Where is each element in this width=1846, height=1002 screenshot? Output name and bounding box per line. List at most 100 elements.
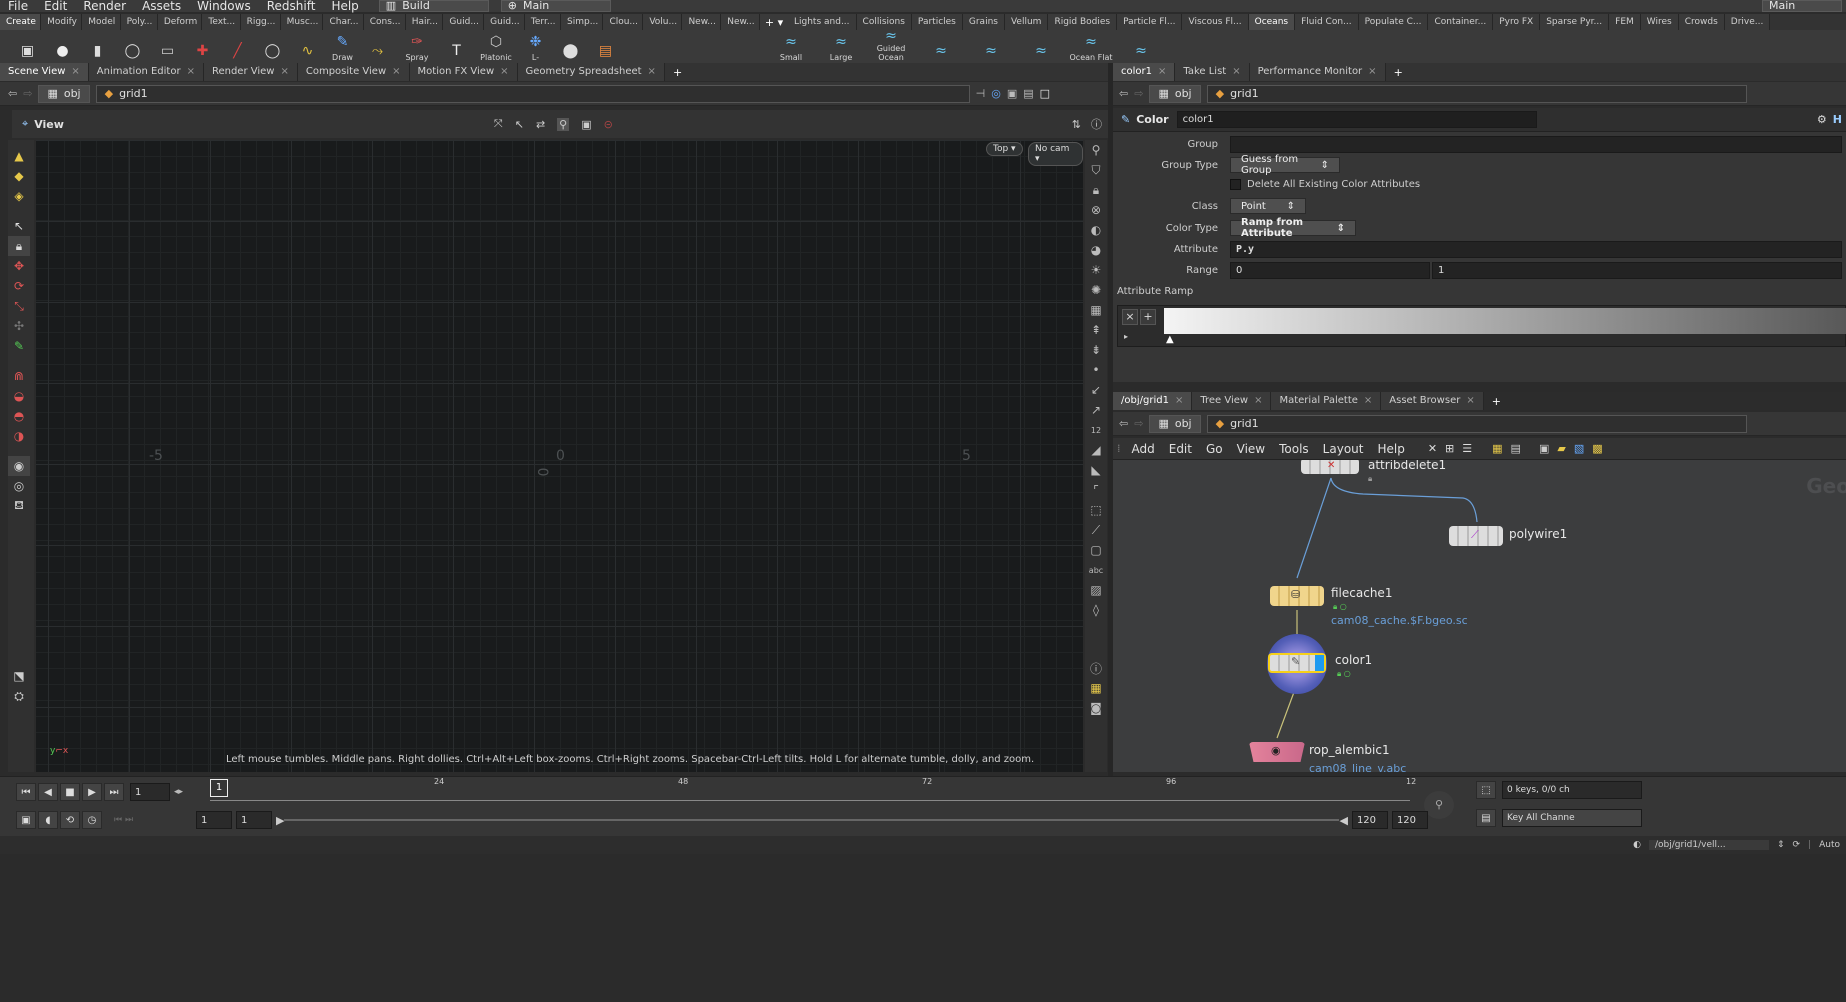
key-all-button[interactable]: Key All Channe xyxy=(1502,809,1642,827)
uv-icon[interactable]: ⇟ xyxy=(1085,340,1107,360)
param-crumb-obj[interactable]: ▦ obj xyxy=(1149,84,1201,103)
pose-icon[interactable]: ◆ xyxy=(8,166,30,186)
color-display-flag[interactable] xyxy=(1315,655,1324,671)
forward-arrow-icon[interactable]: ⇨ xyxy=(23,87,32,100)
pin-icon[interactable]: ⊣ xyxy=(976,87,986,100)
network-menu-layout[interactable]: Layout xyxy=(1316,442,1371,456)
sticky-note-icon[interactable]: ▰ xyxy=(1557,442,1565,455)
list-icon[interactable]: ☰ xyxy=(1462,442,1472,455)
grid-view2-icon[interactable]: ▤ xyxy=(1511,442,1521,455)
path-crumb-grid1[interactable]: ◆ grid1 xyxy=(95,84,970,103)
shelf-tab-fem[interactable]: FEM xyxy=(1609,14,1641,30)
start-frame2-field[interactable]: 1 xyxy=(236,811,272,829)
close-tab-icon[interactable]: × xyxy=(71,66,79,77)
point-light-icon[interactable]: ✺ xyxy=(1085,280,1107,300)
network-menu-help[interactable]: Help xyxy=(1370,442,1411,456)
no-entry-icon[interactable]: ⊝ xyxy=(604,118,613,131)
menu-assets[interactable]: Assets xyxy=(134,0,189,12)
ramp-remove-icon[interactable]: × xyxy=(1122,309,1138,325)
jump-start-icon[interactable]: ⏮ xyxy=(16,783,36,801)
shelf-tab-rigid-bodies[interactable]: Rigid Bodies xyxy=(1048,14,1118,30)
prim-normals-icon[interactable]: ↗ xyxy=(1085,400,1107,420)
snap-prim-icon[interactable]: ◓ xyxy=(8,406,30,426)
stop-icon[interactable]: ■ xyxy=(60,783,80,801)
background-icon[interactable]: ▨ xyxy=(1085,580,1107,600)
attribute-field[interactable]: P.y xyxy=(1230,241,1842,258)
frame-marker[interactable]: 1 xyxy=(210,779,228,797)
start-frame-field[interactable]: 1 xyxy=(196,811,232,829)
range-min-field[interactable]: 0 xyxy=(1230,262,1430,279)
tab-animation-editor[interactable]: Animation Editor × xyxy=(88,63,204,81)
update-mode[interactable]: Auto xyxy=(1819,840,1840,850)
info-icon[interactable]: ⓘ xyxy=(1085,658,1107,678)
end-frame2-field[interactable]: 120 xyxy=(1391,811,1428,829)
close-tab-icon[interactable]: × xyxy=(1364,395,1372,406)
shading-icon[interactable]: ◐ xyxy=(1085,220,1107,240)
vertex-icon[interactable]: ◣ xyxy=(1085,460,1107,480)
shelf-tab-vellum[interactable]: Vellum xyxy=(1004,14,1049,30)
scale-icon[interactable]: ⤡ xyxy=(8,296,30,316)
camera-icon[interactable]: ◉ xyxy=(8,456,30,476)
key-nav-icon[interactable]: ⏮ ⏭ xyxy=(114,815,133,825)
param-tab-color1[interactable]: color1 × xyxy=(1113,63,1176,81)
menu-redshift[interactable]: Redshift xyxy=(259,0,324,12)
play-icon[interactable]: ▶ xyxy=(82,783,102,801)
param-tab-performance-monitor[interactable]: Performance Monitor × xyxy=(1249,63,1386,81)
palette-icon[interactable]: ▩ xyxy=(1592,442,1602,455)
text-display-icon[interactable]: abc xyxy=(1085,560,1107,580)
range-start-handle-icon[interactable]: ▶ xyxy=(276,814,284,827)
rotate-icon[interactable]: ⟳ xyxy=(8,276,30,296)
shelf-tab-particle-fl[interactable]: Particle Fl... xyxy=(1117,14,1183,30)
param-forward-icon[interactable]: ⇨ xyxy=(1134,87,1143,100)
tree-icon[interactable]: ⊞ xyxy=(1445,442,1454,455)
light-bulb-icon[interactable]: ☀ xyxy=(1085,260,1107,280)
close-tab-icon[interactable]: × xyxy=(648,66,656,77)
shelf-tab-wires[interactable]: Wires xyxy=(1640,14,1679,30)
bbox-icon[interactable]: ⬚ xyxy=(1085,500,1107,520)
menu-file[interactable]: File xyxy=(0,0,36,12)
shelf-tab-sparse-pyr[interactable]: Sparse Pyr... xyxy=(1540,14,1610,30)
network-tab-obj-grid1[interactable]: /obj/grid1 × xyxy=(1113,392,1193,410)
move-icon[interactable]: ✥ xyxy=(8,256,30,276)
network-crumb-obj[interactable]: ▦ obj xyxy=(1149,414,1201,433)
key-mode-icon[interactable]: ▤ xyxy=(1476,809,1496,827)
close-tab-icon[interactable]: × xyxy=(280,66,288,77)
keys-icon[interactable]: ⬚ xyxy=(1476,781,1496,799)
display-options-icon[interactable]: ⚲ xyxy=(1085,140,1107,160)
tab-scene-view[interactable]: Scene View × xyxy=(0,63,89,81)
select-arrow-icon[interactable]: ↖ xyxy=(8,216,30,236)
shelf-tab-musc[interactable]: Musc... xyxy=(280,14,324,30)
network-menu-tools[interactable]: Tools xyxy=(1272,442,1316,456)
display-icon[interactable]: ▣ xyxy=(581,118,591,131)
desktop-dropdown[interactable]: ▥ Build xyxy=(378,0,489,12)
ramp-expand-icon[interactable]: ▸ xyxy=(1124,332,1128,341)
shelf-tab-populate-c[interactable]: Populate C... xyxy=(1358,14,1429,30)
status-path[interactable]: /obj/grid1/vell... xyxy=(1648,840,1769,850)
step-icon[interactable]: ◂▸ xyxy=(174,787,183,797)
add-network-tab-icon[interactable]: + xyxy=(1484,395,1509,408)
help-h-icon[interactable]: H xyxy=(1833,113,1842,126)
shelf-tab-oceans[interactable]: Oceans xyxy=(1248,14,1296,30)
param-crumb-grid1[interactable]: ◆ grid1 xyxy=(1206,84,1747,103)
lock-icon[interactable]: 🔒︎ xyxy=(8,236,30,256)
group-field[interactable] xyxy=(1230,136,1842,153)
message-icon[interactable]: ◐ xyxy=(1633,840,1641,850)
network-tab-material-palette[interactable]: Material Palette × xyxy=(1271,392,1382,410)
network-options-icon[interactable]: ▣ xyxy=(1539,442,1549,455)
ramp-key-icon[interactable]: ▲ xyxy=(1166,334,1174,345)
shelf-tab-new[interactable]: New... xyxy=(682,14,722,30)
layout-icon[interactable]: ▣ xyxy=(1007,87,1017,100)
handle-icon[interactable]: ▲ xyxy=(8,146,30,166)
close-tab-icon[interactable]: × xyxy=(1466,395,1474,406)
grid-toggle-icon[interactable]: ◊ xyxy=(1085,600,1107,620)
audio-icon[interactable]: ◖ xyxy=(38,811,58,829)
teapot-icon[interactable]: ⛾ xyxy=(8,496,30,516)
ramp-add-icon[interactable]: + xyxy=(1140,309,1156,325)
shelf-tab-new[interactable]: New... xyxy=(721,14,760,30)
path-crumb-obj[interactable]: ▦ obj xyxy=(38,84,90,103)
grid-view-icon[interactable]: ▦ xyxy=(1492,442,1502,455)
timeline-ruler[interactable]: 1 24 48 72 96 12 xyxy=(210,777,1416,801)
realtime-icon[interactable]: ▣ xyxy=(16,811,36,829)
session-dropdown[interactable]: ⊕ Main xyxy=(500,0,611,12)
close-tab-icon[interactable]: × xyxy=(1232,66,1240,77)
